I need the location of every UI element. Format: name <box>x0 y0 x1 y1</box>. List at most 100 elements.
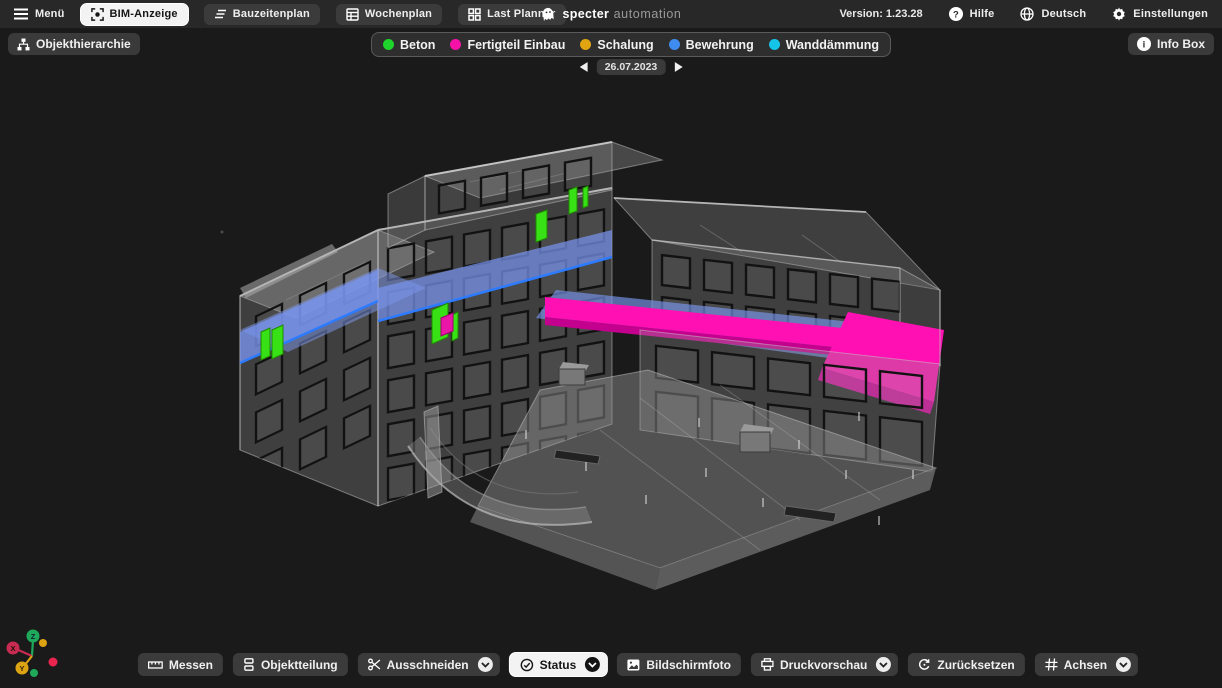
ausschneiden-dropdown[interactable] <box>478 657 493 672</box>
legend-dot <box>769 39 780 50</box>
button-label: Messen <box>169 658 213 672</box>
scissors-icon <box>368 658 381 671</box>
svg-text:Z: Z <box>31 632 36 641</box>
bauzeitenplan-icon <box>214 8 227 20</box>
object-hierarchy-button[interactable]: Objekthierarchie <box>8 33 140 55</box>
legend-item-wanddaemmung: Wanddämmung <box>769 38 879 52</box>
legend-label: Schalung <box>597 38 653 52</box>
messen-button[interactable]: Messen <box>138 653 223 676</box>
screenshot-icon <box>627 659 640 671</box>
gear-icon <box>1112 7 1126 21</box>
ausschneiden-button[interactable]: Ausschneiden <box>358 653 500 676</box>
split-object-icon <box>243 658 255 671</box>
orientation-gizmo[interactable]: Z X Y <box>2 612 80 686</box>
gizmo-z-axis[interactable]: Z <box>27 630 40 643</box>
chevron-down-icon <box>481 662 490 668</box>
legend-dot <box>580 39 591 50</box>
next-date-icon <box>674 62 682 72</box>
last-planner-icon <box>468 8 481 21</box>
object-hierarchy-label: Objekthierarchie <box>36 37 131 51</box>
ghost-logo-icon <box>541 6 556 22</box>
help-label: Hilfe <box>970 8 995 20</box>
printer-icon <box>761 658 774 671</box>
objektteilung-button[interactable]: Objektteilung <box>233 653 348 676</box>
next-date-button[interactable] <box>674 62 682 72</box>
legend-dot <box>669 39 680 50</box>
info-icon: i <box>1137 37 1151 51</box>
svg-text:?: ? <box>953 9 959 20</box>
achsen-button[interactable]: Achsen <box>1035 653 1138 676</box>
stray-dot <box>221 231 224 234</box>
chevron-down-icon <box>588 662 597 668</box>
button-label: Objektteilung <box>261 658 338 672</box>
button-label: Zurücksetzen <box>937 658 1014 672</box>
bim-anzeige-icon <box>91 8 104 21</box>
svg-text:Y: Y <box>19 664 24 673</box>
legend-label: Fertigteil Einbau <box>467 38 565 52</box>
legend-item-beton: Beton <box>383 38 435 52</box>
current-date-badge[interactable]: 26.07.2023 <box>597 59 666 75</box>
gizmo-y-axis[interactable]: Y <box>16 662 29 675</box>
zuruecksetzen-button[interactable]: Zurücksetzen <box>908 653 1024 676</box>
druckvorschau-button[interactable]: Druckvorschau <box>751 653 898 676</box>
ruler-icon <box>148 659 163 671</box>
prev-date-button[interactable] <box>580 62 588 72</box>
prev-date-icon <box>580 62 588 72</box>
tab-label: Wochenplan <box>365 8 432 20</box>
viewer-toolbar: Messen Objektteilung Ausschneiden Status <box>138 653 1138 676</box>
gizmo-neg-x-dot[interactable] <box>49 658 58 667</box>
status-legend: Beton Fertigteil Einbau Schalung Bewehru… <box>371 32 891 57</box>
version-label: Version: 1.23.28 <box>839 8 922 20</box>
language-label: Deutsch <box>1041 8 1086 20</box>
tab-wochenplan[interactable]: Wochenplan <box>336 4 442 25</box>
druckvorschau-dropdown[interactable] <box>876 657 891 672</box>
help-icon: ? <box>949 7 963 21</box>
help-button[interactable]: ? Hilfe <box>949 7 995 21</box>
legend-label: Bewehrung <box>686 38 754 52</box>
status-dropdown[interactable] <box>585 657 600 672</box>
tab-bim-anzeige[interactable]: BIM-Anzeige <box>81 4 188 25</box>
menu-button[interactable]: Menü <box>14 8 65 20</box>
button-label: Bildschirmfoto <box>646 658 731 672</box>
legend-label: Wanddämmung <box>786 38 879 52</box>
gizmo-x-axis[interactable]: X <box>7 642 20 655</box>
chevron-down-icon <box>1119 662 1128 668</box>
button-label: Druckvorschau <box>780 658 867 672</box>
legend-label: Beton <box>400 38 435 52</box>
top-menu-bar: Menü BIM-Anzeige Bauzeitenplan Wochenpla… <box>0 0 1222 28</box>
brand-suffix: automation <box>614 7 682 21</box>
svg-text:i: i <box>1143 40 1146 51</box>
status-check-icon <box>520 658 534 672</box>
tab-bauzeitenplan[interactable]: Bauzeitenplan <box>204 4 320 25</box>
settings-button[interactable]: Einstellungen <box>1112 7 1208 21</box>
bildschirmfoto-button[interactable]: Bildschirmfoto <box>617 653 741 676</box>
app-window: Menü BIM-Anzeige Bauzeitenplan Wochenpla… <box>0 0 1222 688</box>
achsen-dropdown[interactable] <box>1116 657 1131 672</box>
date-navigator: 26.07.2023 <box>580 59 683 75</box>
globe-icon <box>1020 7 1034 21</box>
legend-item-fertigteil: Fertigteil Einbau <box>450 38 565 52</box>
legend-item-bewehrung: Bewehrung <box>669 38 754 52</box>
brand-name: specter <box>563 7 610 21</box>
brand-logo: specter automation <box>541 0 682 28</box>
button-label: Ausschneiden <box>387 658 469 672</box>
hierarchy-icon <box>17 38 30 51</box>
button-label: Status <box>540 658 577 672</box>
axes-grid-icon <box>1045 658 1058 671</box>
legend-item-schalung: Schalung <box>580 38 653 52</box>
bim-3d-viewport[interactable] <box>0 0 1222 688</box>
button-label: Achsen <box>1064 658 1107 672</box>
tab-label: Bauzeitenplan <box>233 8 310 20</box>
gizmo-neg-y-dot[interactable] <box>39 639 47 647</box>
status-button[interactable]: Status <box>510 653 608 676</box>
tab-label: BIM-Anzeige <box>110 8 178 20</box>
gizmo-neg-z-dot[interactable] <box>30 669 38 677</box>
chevron-down-icon <box>879 662 888 668</box>
settings-label: Einstellungen <box>1133 8 1208 20</box>
info-box-label: Info Box <box>1157 37 1205 51</box>
info-box-button[interactable]: i Info Box <box>1128 33 1214 55</box>
hamburger-menu-icon <box>14 8 28 20</box>
language-button[interactable]: Deutsch <box>1020 7 1086 21</box>
legend-dot <box>450 39 461 50</box>
wochenplan-icon <box>346 8 359 21</box>
